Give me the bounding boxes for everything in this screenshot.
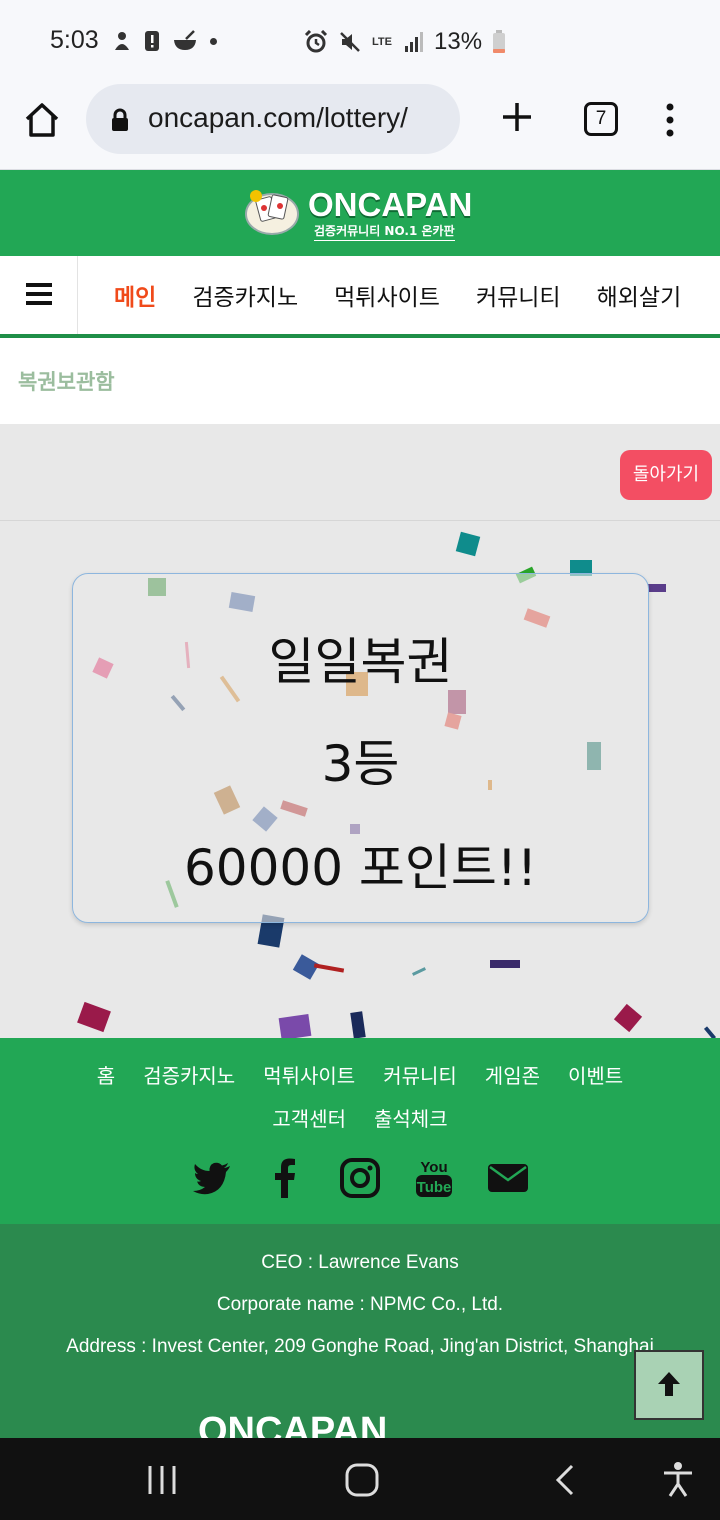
confetti-piece xyxy=(703,1026,717,1038)
nav-item-verified-casino[interactable]: 검증카지노 xyxy=(192,278,298,312)
recent-apps-icon[interactable] xyxy=(142,1460,182,1500)
logo-mascot-icon xyxy=(245,190,299,235)
alert-notification-icon xyxy=(145,31,159,51)
logo-tagline: 검증커뮤니티 NO.1 온카판 xyxy=(314,222,455,241)
confetti-piece xyxy=(313,963,345,973)
youtube-icon[interactable]: You Tube xyxy=(412,1156,456,1200)
back-nav-icon[interactable] xyxy=(546,1460,586,1500)
system-icons: LTE 13% xyxy=(304,28,506,56)
site-logo[interactable]: ONCAPAN 검증커뮤니티 NO.1 온카판 xyxy=(244,184,476,242)
svg-text:You: You xyxy=(420,1159,447,1176)
notification-icons xyxy=(112,30,217,52)
battery-icon xyxy=(493,30,506,53)
home-icon[interactable] xyxy=(22,100,62,140)
confetti-piece xyxy=(77,1001,111,1033)
alarm-icon xyxy=(304,30,328,53)
footer-link-verified-casino[interactable]: 검증카지노 xyxy=(143,1060,235,1089)
more-options-icon[interactable] xyxy=(662,102,678,138)
breadcrumb-bar: 복권보관함 xyxy=(0,338,720,424)
footer-link-event[interactable]: 이벤트 xyxy=(568,1060,623,1089)
battery-percent: 13% xyxy=(434,28,483,55)
divider xyxy=(0,520,720,521)
lte-indicator: LTE xyxy=(372,36,392,48)
status-time: 5:03 xyxy=(50,26,99,54)
mute-icon xyxy=(340,32,360,52)
email-icon[interactable] xyxy=(486,1156,530,1200)
confetti-piece xyxy=(455,531,481,557)
social-links: You Tube xyxy=(0,1156,720,1200)
footer-logo: ONCAPAN xyxy=(198,1410,388,1438)
confetti-piece xyxy=(490,960,520,968)
main-nav: 메인 검증카지노 먹튀사이트 커뮤니티 해외살기 xyxy=(0,256,720,338)
signal-icon xyxy=(405,32,423,52)
home-nav-icon[interactable] xyxy=(342,1460,382,1500)
arrow-up-icon xyxy=(658,1372,680,1396)
browser-toolbar: oncapan.com/lottery/ 7 xyxy=(0,84,720,170)
scroll-to-top-button[interactable] xyxy=(634,1350,704,1420)
status-bar: 5:03 LTE 13% xyxy=(0,0,720,84)
confetti-piece xyxy=(613,1003,643,1033)
breadcrumb: 복권보관함 xyxy=(18,370,115,394)
back-button[interactable]: 돌아가기 xyxy=(620,450,712,500)
svg-text:Tube: Tube xyxy=(417,1179,452,1196)
footer-link-attendance[interactable]: 출석체크 xyxy=(374,1103,448,1132)
twitter-icon[interactable] xyxy=(190,1156,234,1200)
address-bar[interactable]: oncapan.com/lottery/ xyxy=(86,84,460,154)
bowl-notification-icon xyxy=(174,30,196,50)
lottery-result-card: 일일복권 3등 60000 포인트!! xyxy=(72,573,649,923)
confetti-piece xyxy=(350,1011,366,1038)
footer-link-scam-sites[interactable]: 먹튀사이트 xyxy=(263,1060,355,1089)
footer-corporate-name: Corporate name : NPMC Co., Ltd. xyxy=(216,1294,504,1315)
accessibility-icon[interactable] xyxy=(658,1460,698,1500)
nav-item-community[interactable]: 커뮤니티 xyxy=(476,278,561,312)
lottery-rank: 3등 xyxy=(321,735,400,793)
site-header: ONCAPAN 검증커뮤니티 NO.1 온카판 xyxy=(0,170,720,256)
url-text: oncapan.com/lottery/ xyxy=(148,102,408,133)
new-tab-icon[interactable] xyxy=(500,100,534,134)
facebook-icon[interactable] xyxy=(264,1156,308,1200)
footer-links-section: 홈 검증카지노 먹튀사이트 커뮤니티 게임존 이벤트 고객센터 출석체크 You… xyxy=(0,1038,720,1224)
footer-link-game-zone[interactable]: 게임존 xyxy=(485,1060,540,1089)
nav-item-main[interactable]: 메인 xyxy=(114,278,156,312)
android-nav-bar xyxy=(0,1438,720,1520)
instagram-icon[interactable] xyxy=(338,1156,382,1200)
lottery-content: 돌아가기 일일복권 3등 60000 포인트!! xyxy=(0,424,720,1038)
footer-link-home[interactable]: 홈 xyxy=(97,1060,115,1089)
footer-info-section: CEO : Lawrence Evans Corporate name : NP… xyxy=(0,1224,720,1438)
lottery-prize: 60000 포인트!! xyxy=(183,839,538,897)
nav-items: 메인 검증카지노 먹튀사이트 커뮤니티 해외살기 xyxy=(114,278,681,312)
nav-item-scam-sites[interactable]: 먹튀사이트 xyxy=(334,278,440,312)
footer-address: Address : Invest Center, 209 Gonghe Road… xyxy=(66,1336,654,1357)
footer-ceo: CEO : Lawrence Evans xyxy=(261,1252,459,1273)
hamburger-menu-icon[interactable] xyxy=(0,256,78,334)
confetti-piece xyxy=(648,584,666,592)
game-notification-icon xyxy=(115,32,129,50)
logo-text: ONCAPAN xyxy=(308,186,473,223)
nav-item-overseas[interactable]: 해외살기 xyxy=(597,278,682,312)
lock-icon xyxy=(112,108,128,131)
footer-links: 홈 검증카지노 먹튀사이트 커뮤니티 게임존 이벤트 고객센터 출석체크 xyxy=(0,1060,720,1146)
footer-link-customer-center[interactable]: 고객센터 xyxy=(272,1103,346,1132)
footer-link-community[interactable]: 커뮤니티 xyxy=(383,1060,457,1089)
more-notifications-dot xyxy=(210,37,217,45)
confetti-piece xyxy=(278,1014,312,1038)
tab-switcher-button[interactable]: 7 xyxy=(584,102,618,136)
lottery-title: 일일복권 xyxy=(268,633,453,691)
confetti-piece xyxy=(412,967,426,976)
